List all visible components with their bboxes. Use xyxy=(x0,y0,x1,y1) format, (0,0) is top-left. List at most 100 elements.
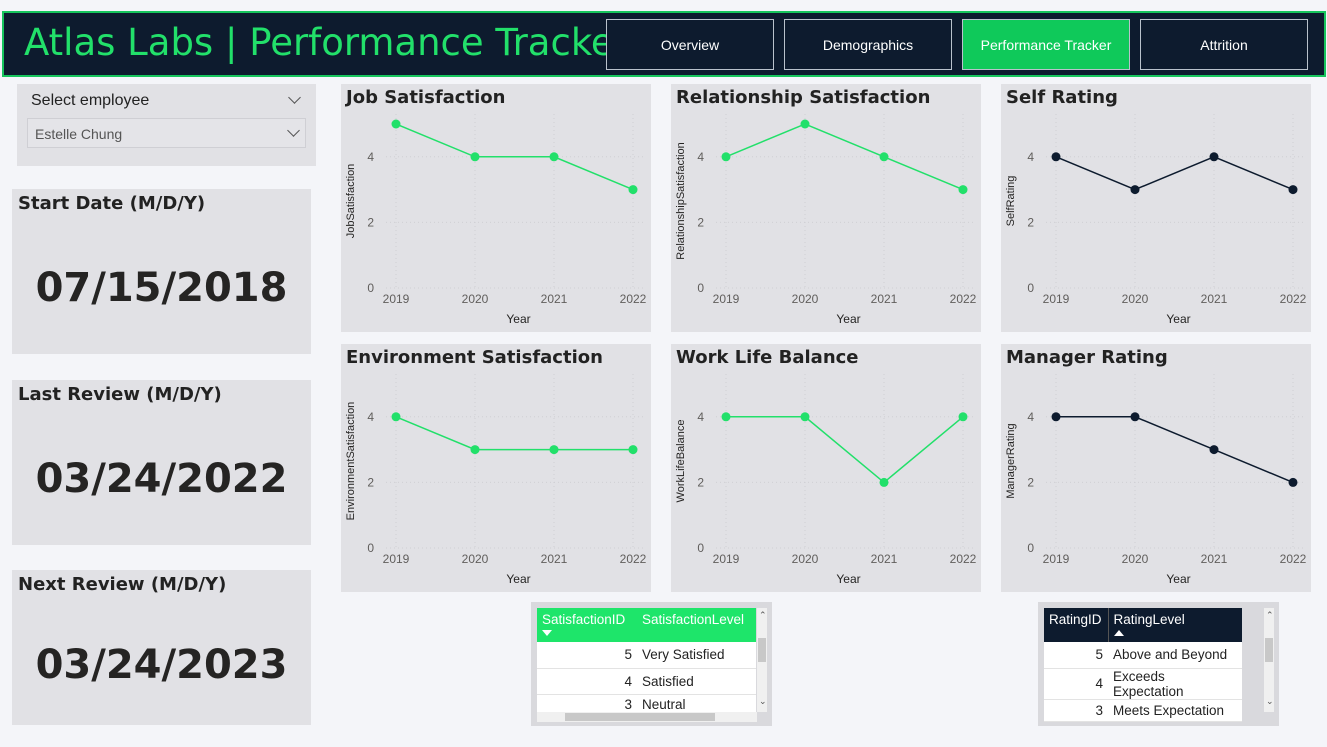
chart-title: Environment Satisfaction xyxy=(346,347,603,368)
rating-table-grid: RatingID RatingLevel 5 Above and Beyond … xyxy=(1044,608,1242,722)
data-point xyxy=(628,185,638,195)
x-axis-label: Year xyxy=(836,572,860,586)
y-tick-label: 0 xyxy=(697,281,704,295)
x-tick-label: 2019 xyxy=(1043,552,1070,566)
y-tick-label: 0 xyxy=(367,281,374,295)
data-point xyxy=(958,412,968,422)
next-review-card: Next Review (M/D/Y) 03/24/2023 xyxy=(12,570,311,725)
column-header-satisfaction-id[interactable]: SatisfactionID xyxy=(537,608,637,642)
chart-plot: 0 2 4 2019 2020 2021 2022 Year ManagerRating xyxy=(1005,374,1307,586)
scrollbar-thumb[interactable] xyxy=(1265,638,1273,662)
employee-dropdown[interactable]: Estelle Chung xyxy=(27,118,306,148)
chart-plot: 0 2 4 2019 2020 2021 2022 Year SelfRating xyxy=(1005,114,1307,326)
series-line xyxy=(1056,416,1294,484)
scroll-down-icon[interactable]: ⌄ xyxy=(759,696,767,707)
data-point xyxy=(549,445,559,455)
x-tick-label: 2022 xyxy=(620,292,647,306)
chevron-down-icon[interactable] xyxy=(287,124,300,137)
y-tick-label: 2 xyxy=(1027,215,1034,229)
series-line xyxy=(726,416,964,484)
chart-title: Manager Rating xyxy=(1006,347,1168,368)
data-point xyxy=(1130,412,1140,422)
x-tick-label: 2019 xyxy=(1043,292,1070,306)
job-satisfaction-chart: 0 2 4 2019 2020 2021 2022 Year JobSatisfaction J… xyxy=(341,84,651,332)
work-life-balance-chart: 0 2 4 2019 2020 2021 2022 Year WorkLifeBalance W… xyxy=(671,344,981,592)
x-tick-label: 2019 xyxy=(383,552,410,566)
page-title: Atlas Labs | Performance Tracker xyxy=(24,21,629,64)
table-row[interactable]: 4 Satisfied xyxy=(537,668,756,695)
x-tick-label: 2021 xyxy=(871,292,898,306)
y-axis-label: ManagerRating xyxy=(1005,423,1017,498)
x-axis-label: Year xyxy=(506,572,530,586)
x-tick-label: 2021 xyxy=(1201,292,1228,306)
x-tick-label: 2021 xyxy=(541,292,568,306)
chart-title: Work Life Balance xyxy=(676,347,859,368)
employee-slicer: Select employee Estelle Chung xyxy=(17,84,316,166)
employee-dropdown-value: Estelle Chung xyxy=(35,126,123,142)
y-axis-label: WorkLifeBalance xyxy=(675,420,687,503)
x-tick-label: 2021 xyxy=(541,552,568,566)
table-row[interactable]: 4 Exceeds Expectation xyxy=(1044,668,1242,700)
data-point xyxy=(800,412,810,422)
y-tick-label: 4 xyxy=(697,410,704,424)
x-tick-label: 2020 xyxy=(462,292,489,306)
nav-demographics-button[interactable]: Demographics xyxy=(784,19,952,70)
y-tick-label: 4 xyxy=(367,150,374,164)
scroll-up-icon[interactable]: ⌃ xyxy=(1266,610,1274,621)
nav-attrition-button[interactable]: Attrition xyxy=(1140,19,1308,70)
x-tick-label: 2021 xyxy=(871,552,898,566)
data-point xyxy=(1051,152,1061,162)
chevron-down-icon[interactable] xyxy=(288,91,301,104)
scrollbar-thumb[interactable] xyxy=(758,638,766,662)
data-point xyxy=(628,445,638,455)
x-tick-label: 2020 xyxy=(1122,292,1149,306)
data-point xyxy=(470,152,480,162)
vertical-scrollbar[interactable]: ⌃ ⌄ xyxy=(757,608,767,712)
y-tick-label: 2 xyxy=(697,215,704,229)
y-tick-label: 2 xyxy=(367,215,374,229)
y-tick-label: 4 xyxy=(1027,150,1034,164)
y-tick-label: 2 xyxy=(367,475,374,489)
data-point xyxy=(879,477,889,487)
data-point xyxy=(1209,152,1219,162)
series-line xyxy=(395,123,634,191)
rating-table: RatingID RatingLevel 5 Above and Beyond … xyxy=(1038,602,1279,726)
nav-performance-tracker-button[interactable]: Performance Tracker xyxy=(962,19,1130,70)
y-tick-label: 4 xyxy=(697,150,704,164)
relationship-satisfaction-chart: 0 2 4 2019 2020 2021 2022 Year RelationshipSatis… xyxy=(671,84,981,332)
horizontal-scrollbar[interactable] xyxy=(537,712,757,722)
scroll-down-icon[interactable]: ⌄ xyxy=(1266,696,1274,707)
data-point xyxy=(549,152,559,162)
y-tick-label: 2 xyxy=(1027,475,1034,489)
chart-plot: 0 2 4 2019 2020 2021 2022 Year JobSatisfaction xyxy=(345,114,647,326)
chart-title: Relationship Satisfaction xyxy=(676,87,931,108)
scrollbar-thumb[interactable] xyxy=(565,713,715,721)
x-tick-label: 2022 xyxy=(950,292,977,306)
y-tick-label: 2 xyxy=(697,475,704,489)
column-header-satisfaction-level[interactable]: SatisfactionLevel xyxy=(637,608,756,642)
table-row[interactable]: 3 Meets Expectation xyxy=(1044,699,1242,722)
chart-plot: 0 2 4 2019 2020 2021 2022 Year WorkLifeBalance xyxy=(675,374,977,586)
table-row[interactable]: 5 Very Satisfied xyxy=(537,642,756,669)
card-title: Next Review (M/D/Y) xyxy=(18,574,227,595)
column-header-rating-id[interactable]: RatingID xyxy=(1044,608,1108,642)
x-tick-label: 2022 xyxy=(1280,552,1307,566)
x-tick-label: 2020 xyxy=(1122,552,1149,566)
y-tick-label: 0 xyxy=(1027,541,1034,555)
last-review-card: Last Review (M/D/Y) 03/24/2022 xyxy=(12,380,311,545)
x-tick-label: 2020 xyxy=(792,552,819,566)
table-row[interactable]: 5 Above and Beyond xyxy=(1044,642,1242,669)
y-tick-label: 4 xyxy=(1027,410,1034,424)
chart-title: Job Satisfaction xyxy=(346,87,506,108)
data-point xyxy=(1209,445,1219,455)
scroll-up-icon[interactable]: ⌃ xyxy=(759,610,767,621)
manager-rating-chart: 0 2 4 2019 2020 2021 2022 Year ManagerRating Man… xyxy=(1001,344,1311,592)
y-tick-label: 0 xyxy=(697,541,704,555)
card-title: Start Date (M/D/Y) xyxy=(18,193,206,214)
table-row[interactable]: 3 Neutral xyxy=(537,694,756,715)
vertical-scrollbar[interactable]: ⌃ ⌄ xyxy=(1264,608,1274,712)
column-header-rating-level[interactable]: RatingLevel xyxy=(1107,608,1242,642)
data-point xyxy=(391,119,401,129)
y-tick-label: 0 xyxy=(367,541,374,555)
nav-overview-button[interactable]: Overview xyxy=(606,19,774,70)
